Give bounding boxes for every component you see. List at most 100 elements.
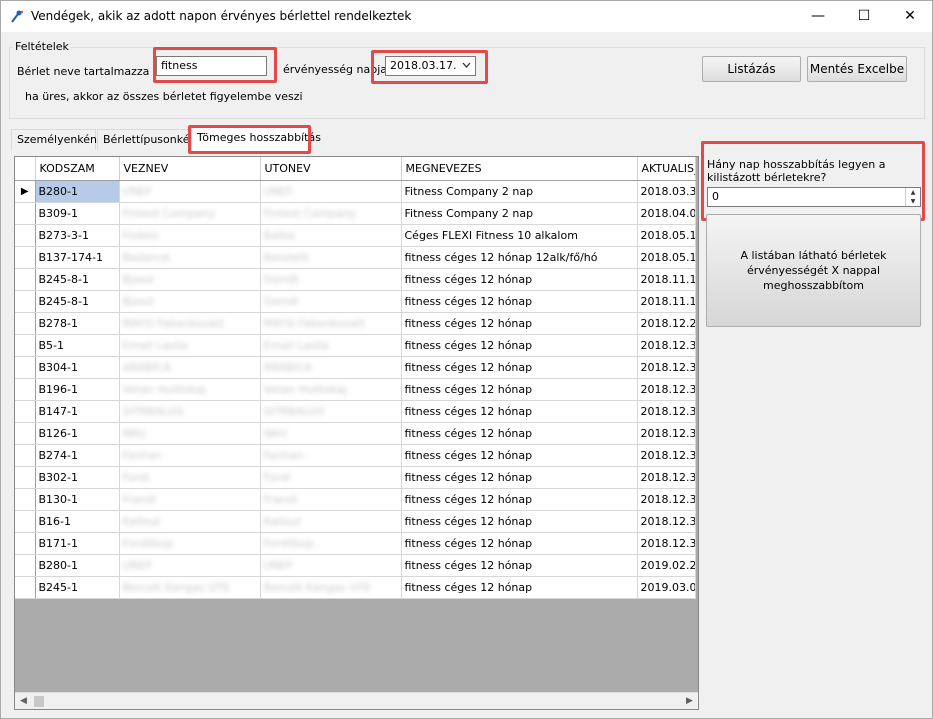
cell-utonev[interactable]: Fanhan <box>260 444 402 467</box>
cell-utonev[interactable]: Siendt <box>260 268 402 291</box>
row-header[interactable] <box>15 312 36 335</box>
cell-utonev[interactable]: Fordilbop <box>260 532 402 555</box>
table-row[interactable]: B280-1 UNEF UNEF fitness céges 12 hónap 2019… <box>15 554 696 577</box>
cell-veznev[interactable]: Frandi <box>119 488 261 511</box>
table-row[interactable]: B171-1 Fordilbop Fordilbop fitness céges 12… <box>15 532 696 555</box>
table-row[interactable]: B273-3-1 Fodelo Balba Céges FLEXI Fitness 1… <box>15 224 696 247</box>
extension-days-stepper[interactable]: 0 ▲ ▼ <box>707 187 921 207</box>
row-header[interactable] <box>15 246 36 269</box>
cell-veznev[interactable]: Bjood <box>119 268 261 291</box>
row-header[interactable] <box>15 334 36 357</box>
table-row[interactable]: B16-1 Kallout Kallout fitness céges 12 hóna… <box>15 510 696 533</box>
cell-megnevezes[interactable]: fitness céges 12 hónap <box>401 290 638 313</box>
cell-utonev[interactable]: Email Laslla <box>260 334 402 357</box>
cell-kodszam[interactable]: B137-174-1 <box>35 246 120 269</box>
row-header[interactable]: ▶ <box>15 180 36 203</box>
row-header[interactable] <box>15 444 36 467</box>
table-row[interactable]: B130-1 Frandi Frandi fitness céges 12 hónap… <box>15 488 696 511</box>
cell-kodszam[interactable]: B280-1 <box>35 554 120 577</box>
cell-utonev[interactable]: Bendalit <box>260 246 402 269</box>
cell-megnevezes[interactable]: Fitness Company 2 nap <box>401 180 638 203</box>
stepper-down-icon[interactable]: ▼ <box>906 197 920 206</box>
row-header[interactable] <box>15 268 36 291</box>
cell-utonev[interactable]: MATO Fabenkozatt <box>260 312 402 335</box>
row-header[interactable] <box>15 290 36 313</box>
cell-megnevezes[interactable]: fitness céges 12 hónap 12alk/fő/hó <box>401 246 638 269</box>
table-row[interactable]: B302-1 Fordi Fordi fitness céges 12 hónap 20… <box>15 466 696 489</box>
table-row[interactable]: B126-1 NKU NKU fitness céges 12 hónap 2018.1… <box>15 422 696 445</box>
cell-utonev[interactable]: Kallout <box>260 510 402 533</box>
cell-veznev[interactable]: NKU <box>119 422 261 445</box>
cell-kodszam[interactable]: B126-1 <box>35 422 120 445</box>
cell-kodszam[interactable]: B245-1 <box>35 576 120 599</box>
table-row[interactable]: B309-1 Fintest Company Fintest Company Fitn… <box>15 202 696 225</box>
cell-aktualis[interactable]: 2018.12.31 <box>637 466 696 489</box>
stepper-up-icon[interactable]: ▲ <box>906 188 920 197</box>
cell-megnevezes[interactable]: fitness céges 12 hónap <box>401 400 638 423</box>
row-header[interactable] <box>15 554 36 577</box>
cell-kodszam[interactable]: B278-1 <box>35 312 120 335</box>
cell-aktualis[interactable]: 2018.03.31 <box>637 180 696 203</box>
cell-aktualis[interactable]: 2018.11.17 <box>637 290 696 313</box>
table-row[interactable]: B274-1 Fanhan Fanhan fitness céges 12 hónap… <box>15 444 696 467</box>
close-button[interactable]: ✕ <box>887 1 933 32</box>
cell-aktualis[interactable]: 2018.12.31 <box>637 510 696 533</box>
cell-aktualis[interactable]: 2019.03.09 <box>637 576 696 599</box>
list-button[interactable]: Listázás <box>702 56 801 82</box>
tab-per-person[interactable]: Személyenként <box>11 129 101 150</box>
cell-veznev[interactable]: Fanhan <box>119 444 261 467</box>
row-header[interactable] <box>15 532 36 555</box>
data-grid[interactable]: KODSZAM VEZNEV UTONEV MEGNEVEZES AKTUALI… <box>14 156 699 710</box>
pass-name-input[interactable]: fitness <box>156 56 267 76</box>
cell-megnevezes[interactable]: fitness céges 12 hónap <box>401 532 638 555</box>
table-row[interactable]: ▶ B280-1 UNEF UNEF Fitness Company 2 nap 2018… <box>15 180 696 203</box>
cell-kodszam[interactable]: B196-1 <box>35 378 120 401</box>
cell-aktualis[interactable]: 2018.12.31 <box>637 400 696 423</box>
cell-utonev[interactable]: Bercelt Kangas UTE <box>260 576 402 599</box>
column-header-veznev[interactable]: VEZNEV <box>119 157 261 181</box>
tab-per-pass-type[interactable]: Bérlettípusonként <box>97 129 201 150</box>
cell-megnevezes[interactable]: fitness céges 12 hónap <box>401 378 638 401</box>
table-row[interactable]: B196-1 Vetan Hulitokaj Vetan Hulitokaj fitn… <box>15 378 696 401</box>
column-header-aktualis[interactable]: AKTUALIS_I <box>637 157 696 181</box>
cell-kodszam[interactable]: B245-8-1 <box>35 290 120 313</box>
column-header-kodszam[interactable]: KODSZAM <box>35 157 120 181</box>
cell-megnevezes[interactable]: fitness céges 12 hónap <box>401 554 638 577</box>
cell-kodszam[interactable]: B304-1 <box>35 356 120 379</box>
cell-aktualis[interactable]: 2018.12.31 <box>637 532 696 555</box>
excel-export-button[interactable]: Mentés Excelbe <box>807 56 907 82</box>
cell-veznev[interactable]: UNEF <box>119 180 261 203</box>
table-row[interactable]: B147-1 SITRBALOS SITRBALOS fitness céges 12… <box>15 400 696 423</box>
scroll-left-icon[interactable]: ◀ <box>15 693 32 709</box>
cell-aktualis[interactable]: 2018.05.10 <box>637 224 696 247</box>
cell-utonev[interactable]: UNEF <box>260 180 402 203</box>
row-header[interactable] <box>15 202 36 225</box>
row-header[interactable] <box>15 576 36 599</box>
cell-utonev[interactable]: NKU <box>260 422 402 445</box>
table-row[interactable]: B137-174-1 Badanuk Bendalit fitness céges 1… <box>15 246 696 269</box>
cell-megnevezes[interactable]: fitness céges 12 hónap <box>401 356 638 379</box>
column-header-utonev[interactable]: UTONEV <box>260 157 402 181</box>
cell-veznev[interactable]: Fintest Company <box>119 202 261 225</box>
cell-megnevezes[interactable]: fitness céges 12 hónap <box>401 576 638 599</box>
cell-kodszam[interactable]: B16-1 <box>35 510 120 533</box>
cell-megnevezes[interactable]: Fitness Company 2 nap <box>401 202 638 225</box>
cell-veznev[interactable]: UNEF <box>119 554 261 577</box>
cell-megnevezes[interactable]: fitness céges 12 hónap <box>401 268 638 291</box>
cell-kodszam[interactable]: B309-1 <box>35 202 120 225</box>
cell-utonev[interactable]: Balba <box>260 224 402 247</box>
cell-aktualis[interactable]: 2018.12.31 <box>637 488 696 511</box>
cell-utonev[interactable]: Vetan Hulitokaj <box>260 378 402 401</box>
cell-kodszam[interactable]: B280-1 <box>35 180 120 203</box>
cell-veznev[interactable]: Fordi <box>119 466 261 489</box>
cell-veznev[interactable]: Email Laslla <box>119 334 261 357</box>
cell-veznev[interactable]: SITRBALOS <box>119 400 261 423</box>
cell-megnevezes[interactable]: fitness céges 12 hónap <box>401 422 638 445</box>
table-row[interactable]: B304-1 ARABICA ARABICA fitness céges 12 hón… <box>15 356 696 379</box>
cell-megnevezes[interactable]: fitness céges 12 hónap <box>401 312 638 335</box>
cell-utonev[interactable]: Fintest Company <box>260 202 402 225</box>
cell-veznev[interactable]: Kallout <box>119 510 261 533</box>
cell-megnevezes[interactable]: fitness céges 12 hónap <box>401 444 638 467</box>
table-row[interactable]: B245-8-1 Bjood Siendt fitness céges 12 hóna… <box>15 290 696 313</box>
row-header[interactable] <box>15 356 36 379</box>
